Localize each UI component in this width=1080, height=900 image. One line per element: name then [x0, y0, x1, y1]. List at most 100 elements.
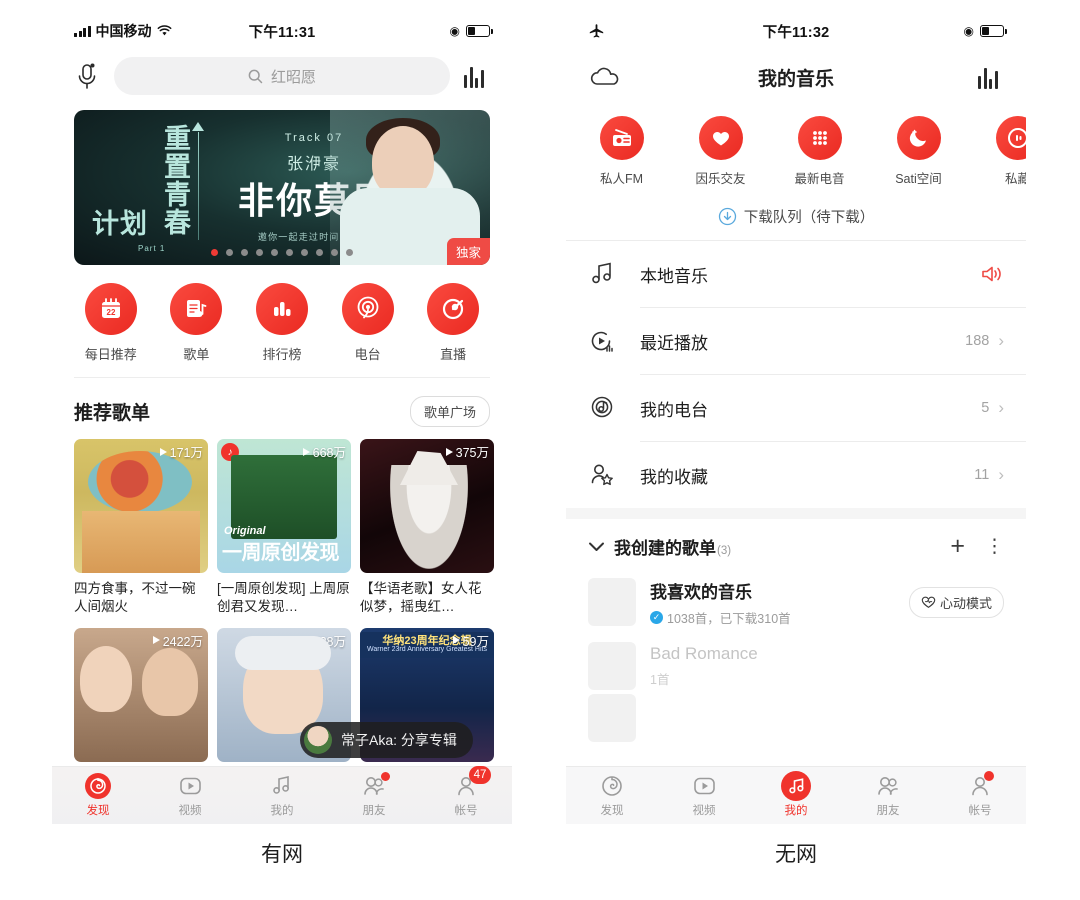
- carousel-dot[interactable]: [241, 249, 248, 256]
- tab-label: 帐号: [455, 802, 478, 818]
- carousel-dot[interactable]: [271, 249, 278, 256]
- play-count: 171万: [160, 442, 203, 461]
- entry-label: Sati空间: [895, 168, 942, 187]
- entry-personal-fm[interactable]: 私人FM: [572, 116, 671, 187]
- tab-my-music[interactable]: 我的: [236, 773, 328, 818]
- carousel-dot[interactable]: [226, 249, 233, 256]
- playlist-row-partial[interactable]: [566, 698, 1026, 738]
- svg-text:22: 22: [106, 308, 115, 317]
- recent-play-icon: [588, 328, 640, 354]
- tab-discover[interactable]: 发现: [52, 773, 144, 818]
- playlist-card[interactable]: 2422万: [74, 628, 208, 762]
- card-title: [一周原创发现] 上周原创君又发现…: [217, 580, 351, 616]
- search-input[interactable]: 红昭愿: [114, 57, 450, 95]
- card-title: 【华语老歌】女人花似梦，摇曳红…: [360, 580, 494, 616]
- play-triangle-icon: [296, 636, 303, 644]
- friends-icon: [361, 773, 387, 799]
- play-count: 2422万: [153, 631, 203, 650]
- right-phone-screen: 下午11:32 ◉ 我的音乐 私人FM: [566, 14, 1026, 824]
- play-triangle-icon: [303, 448, 310, 456]
- entry-latest-electronic[interactable]: 最新电音: [770, 116, 869, 187]
- my-music-note-icon: [781, 773, 811, 799]
- carousel-dot[interactable]: [301, 249, 308, 256]
- share-toast[interactable]: 常子Aka: 分享专辑: [300, 722, 473, 758]
- equalizer-icon[interactable]: [464, 64, 490, 88]
- my-music-note-icon: [270, 773, 294, 799]
- chevron-down-icon[interactable]: [588, 540, 605, 553]
- download-queue-text: 下载队列（待下载）: [744, 206, 875, 227]
- entry-label: 排行榜: [262, 344, 301, 363]
- carousel-dot[interactable]: [316, 249, 323, 256]
- left-tab-bar: 发现 视频 我的 朋友: [52, 766, 512, 824]
- video-play-icon: [178, 773, 203, 799]
- playlist-card[interactable]: 171万 四方食事，不过一碗人间烟火: [74, 439, 208, 616]
- play-triangle-icon: [160, 448, 167, 456]
- favorites-person-star-icon: [588, 462, 640, 488]
- heart-beat-icon: [921, 595, 936, 609]
- chevron-right-icon: ›: [998, 331, 1004, 351]
- carousel-dot[interactable]: [346, 249, 353, 256]
- right-header: 我的音乐: [566, 48, 1026, 106]
- carousel-dot[interactable]: [331, 249, 338, 256]
- search-icon: [248, 69, 263, 84]
- card-thumbnail: 171万: [74, 439, 208, 573]
- entry-daily-recommend[interactable]: 22 每日推荐: [68, 283, 154, 363]
- microphone-icon[interactable]: [74, 61, 100, 91]
- download-circle-icon: [718, 207, 737, 226]
- entry-sati-space[interactable]: Sati空间: [869, 116, 968, 187]
- list-item-local-music[interactable]: 本地音乐: [566, 241, 1026, 307]
- download-queue-row[interactable]: 下载队列（待下载）: [566, 195, 1026, 240]
- tab-friends[interactable]: 朋友: [842, 773, 934, 818]
- tab-video[interactable]: 视频: [144, 773, 236, 818]
- tab-discover[interactable]: 发现: [566, 773, 658, 818]
- banner-vtitle-a: 青春: [160, 180, 188, 236]
- entry-collection[interactable]: 私藏: [968, 116, 1026, 187]
- battery-icon: [466, 25, 490, 37]
- my-radio-icon: [588, 395, 640, 421]
- list-item-count: 188: [965, 333, 989, 349]
- tab-video[interactable]: 视频: [658, 773, 750, 818]
- entry-playlist[interactable]: 歌单: [154, 283, 240, 363]
- more-vertical-icon[interactable]: ⋮: [985, 539, 1004, 554]
- list-item-recent-play[interactable]: 最近播放 188 ›: [566, 308, 1026, 374]
- carousel-dots[interactable]: [74, 249, 490, 256]
- created-playlists-header[interactable]: 我创建的歌单 (3) + ⋮: [566, 519, 1026, 570]
- entry-label: 私藏: [1005, 168, 1026, 187]
- list-item-my-radio[interactable]: 我的电台 5 ›: [566, 375, 1026, 441]
- play-triangle-icon: [453, 636, 460, 644]
- playlist-card-row-1: 171万 四方食事，不过一碗人间烟火 ♪ Original 一周原创发现 668…: [52, 439, 512, 616]
- entry-radio[interactable]: 电台: [325, 283, 411, 363]
- carousel-dot[interactable]: [211, 249, 218, 256]
- tab-friends[interactable]: 朋友: [328, 773, 420, 818]
- play-count: 59万: [453, 631, 489, 650]
- carousel-dot[interactable]: [256, 249, 263, 256]
- playlist-row[interactable]: Bad Romance 1首: [566, 634, 1026, 698]
- tab-account[interactable]: 帐号: [934, 773, 1026, 818]
- playlist-card[interactable]: ♪ Original 一周原创发现 668万 [一周原创发现] 上周原创君又发现…: [217, 439, 351, 616]
- unread-badge: 47: [469, 766, 491, 784]
- playlist-cover: [588, 694, 636, 742]
- heart-mode-button[interactable]: 心动模式: [909, 587, 1004, 618]
- banner-slide[interactable]: 重置 青春 计划 Part 1 Track 07 张洢豪 非你莫属 邀你一起走过…: [74, 110, 490, 265]
- playlist-row[interactable]: 我喜欢的音乐 ✓ 1038首，已下载310首 心动模式: [566, 570, 1026, 634]
- plus-icon[interactable]: +: [950, 538, 965, 556]
- list-item-favorites[interactable]: 我的收藏 11 ›: [566, 442, 1026, 508]
- card-overlay-big: 一周原创发现: [222, 536, 339, 565]
- banner-arrow-icon: [192, 122, 204, 131]
- banner-vtitle-b: 重置: [160, 124, 188, 180]
- entry-music-friends[interactable]: 因乐交友: [671, 116, 770, 187]
- playlist-subtitle: 1首: [650, 669, 1004, 688]
- discover-disc-icon: [600, 773, 624, 799]
- carousel-dot[interactable]: [286, 249, 293, 256]
- tab-account[interactable]: 47 帐号: [420, 773, 512, 818]
- tab-my-music[interactable]: 我的: [750, 773, 842, 818]
- entry-live[interactable]: 直播: [410, 283, 496, 363]
- entry-label: 每日推荐: [85, 344, 137, 363]
- entry-ranking[interactable]: 排行榜: [239, 283, 325, 363]
- playlist-card[interactable]: 375万 【华语老歌】女人花似梦，摇曳红…: [360, 439, 494, 616]
- banner-carousel[interactable]: 重置 青春 计划 Part 1 Track 07 张洢豪 非你莫属 邀你一起走过…: [52, 104, 512, 265]
- left-search-header: 红昭愿: [52, 48, 512, 104]
- banner-divider: [198, 132, 199, 240]
- speaker-icon[interactable]: [980, 263, 1004, 285]
- playlist-square-button[interactable]: 歌单广场: [410, 396, 490, 427]
